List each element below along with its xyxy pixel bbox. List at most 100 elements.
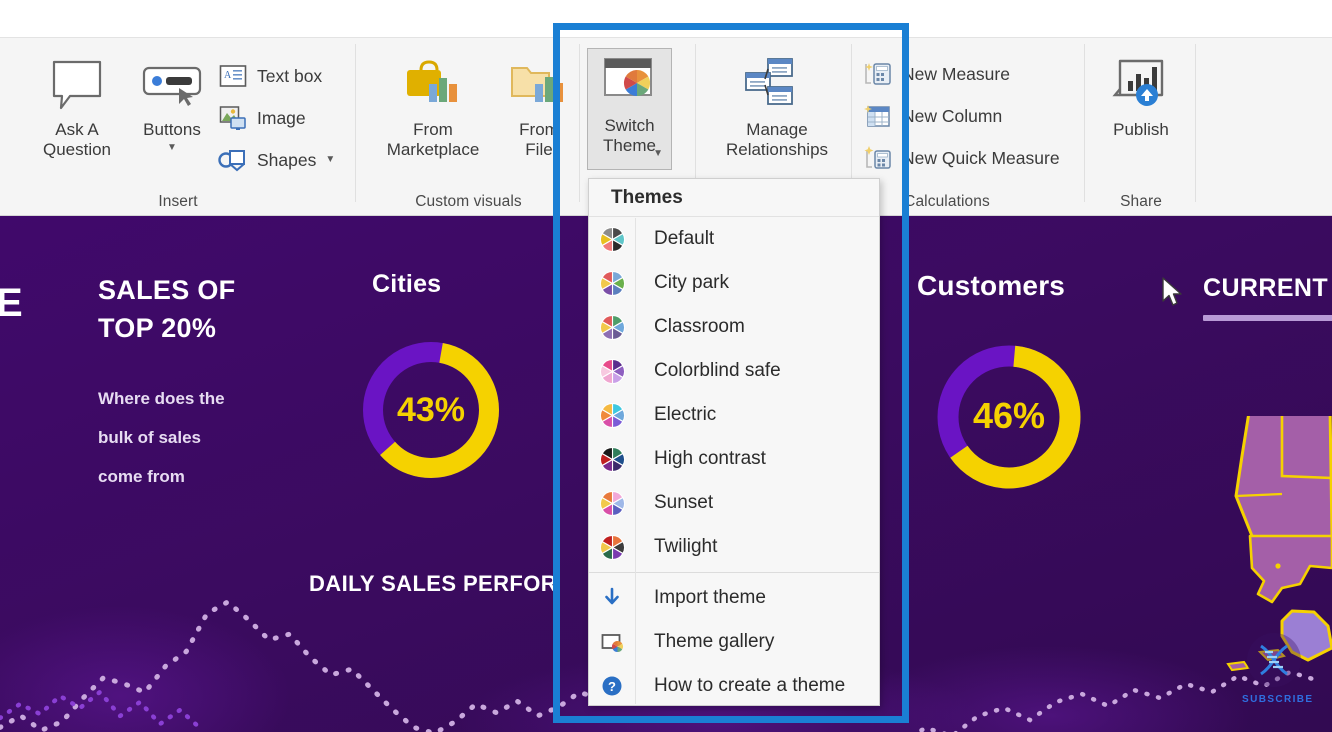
customers-donut-chart[interactable]: 46% [930, 338, 1088, 496]
shapes-chevron-down-icon[interactable]: ▼ [325, 155, 335, 165]
theme-swatch-icon [589, 490, 635, 516]
tertiary-line-chart[interactable] [0, 656, 200, 732]
gallery-icon [589, 630, 635, 654]
theme-menu-item-label: Electric [654, 404, 717, 425]
report-title-fragment: E [0, 281, 23, 325]
ribbon-group-insert: w ual Ask A Question [0, 38, 356, 216]
theme-swatch-icon [589, 446, 635, 472]
sales-top20-line-3: come from [98, 467, 185, 486]
new-quick-measure-button[interactable]: New Quick Measure [863, 140, 1060, 176]
new-quick-measure-label: New Quick Measure [902, 147, 1060, 168]
theme-menu-item-label: Default [654, 228, 715, 249]
switch-theme-dropdown-menu[interactable]: Themes Default City park Classroom Colorbli… [588, 178, 880, 706]
theme-menu-item-sunset[interactable]: Sunset [589, 481, 879, 525]
from-marketplace-label: From Marketplace [386, 120, 480, 160]
ribbon-separator-insert [355, 44, 356, 202]
manage-relationships-label: Manage Relationships [725, 120, 829, 160]
from-file-label: From File [519, 120, 559, 160]
from-marketplace-button[interactable]: From Marketplace [374, 44, 492, 176]
from-file-button[interactable]: From File [489, 44, 589, 176]
download-arrow-icon [589, 586, 635, 610]
shapes-icon [218, 145, 248, 175]
customers-donut-title: Customers [917, 270, 1066, 301]
new-column-icon [863, 101, 893, 131]
theme-menu-item-label: Twilight [654, 536, 718, 557]
theme-swatch-icon [589, 314, 635, 340]
theme-list: Default City park Classroom Colorblind safe… [589, 217, 879, 569]
theme-menu-item-label: City park [654, 272, 729, 293]
image-label: Image [257, 107, 306, 128]
subscribe-watermark-label: SUBSCRIBE [1242, 694, 1314, 705]
theme-menu-divider [589, 572, 879, 573]
customers-donut-value: 46% [972, 395, 1046, 436]
ribbon-group-label-share: Share [1120, 193, 1162, 210]
marketplace-briefcase-icon [401, 50, 465, 116]
image-button[interactable]: Image [218, 100, 306, 136]
theme-menu-item-colorblind-safe[interactable]: Colorblind safe [589, 349, 879, 393]
shapes-label: Shapes [257, 149, 317, 170]
current-section-underline [1203, 315, 1332, 321]
theme-action-label: Theme gallery [654, 631, 775, 652]
ask-a-question-button[interactable]: Ask A Question [25, 44, 129, 176]
theme-menu-item-twilight[interactable]: Twilight [589, 525, 879, 569]
ask-a-question-label: Ask A Question [42, 120, 112, 160]
new-column-button[interactable]: New Column [863, 98, 1002, 134]
cities-donut-value: 43% [396, 391, 466, 429]
buttons-icon [141, 50, 203, 116]
switch-theme-chevron-down-icon[interactable]: ▼ [653, 149, 663, 159]
theme-swatch-icon [589, 358, 635, 384]
switch-theme-button[interactable]: Switch Theme ▼ [587, 48, 672, 170]
switch-theme-icon [599, 55, 661, 114]
publish-button[interactable]: Publish [1089, 44, 1193, 176]
theme-menu-item-label: High contrast [654, 448, 766, 469]
theme-menu-item-high-contrast[interactable]: High contrast [589, 437, 879, 481]
switch-theme-label: Switch Theme [603, 116, 656, 156]
new-measure-button[interactable]: New Measure [863, 56, 1010, 92]
new-measure-label: New Measure [902, 63, 1010, 84]
manage-relationships-button[interactable]: Manage Relationships [707, 44, 847, 176]
text-box-button[interactable]: A Text box [218, 58, 322, 94]
ribbon-separator-custom-visuals [579, 44, 580, 202]
theme-action-import-theme[interactable]: Import theme [589, 576, 879, 620]
buttons-chevron-down-icon[interactable]: ▼ [167, 143, 177, 153]
ribbon-top-strip [0, 0, 1332, 38]
ribbon-group-label-insert: Insert [158, 193, 198, 210]
current-section-title: CURRENT [1203, 274, 1329, 302]
help-icon: ? [589, 674, 635, 698]
publish-label: Publish [1113, 120, 1169, 139]
sales-top20-line-1: Where does the [98, 389, 225, 408]
cities-donut-chart[interactable]: 43% [355, 334, 507, 486]
sales-top20-line-2: bulk of sales [98, 428, 201, 447]
theme-menu-item-default[interactable]: Default [589, 217, 879, 261]
theme-menu-item-label: Colorblind safe [654, 360, 781, 381]
theme-action-theme-gallery[interactable]: Theme gallery [589, 620, 879, 664]
shapes-button[interactable]: Shapes ▼ [218, 142, 335, 178]
theme-action-label: Import theme [654, 587, 766, 608]
new-visual-button[interactable]: w ual [0, 44, 14, 176]
ribbon-group-custom-visuals: From Marketplace From File Custom visual… [357, 38, 580, 216]
buttons-label: Buttons [143, 120, 201, 139]
speech-bubble-icon [48, 50, 106, 116]
ribbon-group-share: Publish Share [1086, 38, 1196, 216]
new-column-label: New Column [902, 105, 1003, 126]
theme-menu-item-label: Sunset [654, 492, 714, 513]
svg-text:A: A [224, 70, 232, 81]
ribbon-separator-calculations [1084, 44, 1085, 202]
buttons-label-row: Buttons [143, 120, 201, 140]
theme-menu-item-label: Classroom [654, 316, 745, 337]
theme-swatch-icon [589, 270, 635, 296]
ribbon-group-label-custom-visuals: Custom visuals [415, 193, 522, 210]
buttons-button[interactable]: Buttons ▼ [120, 44, 224, 176]
manage-relationships-icon [742, 50, 812, 116]
theme-swatch-icon [589, 402, 635, 428]
new-measure-icon [863, 59, 893, 89]
text-box-icon: A [218, 61, 248, 91]
theme-menu-item-city-park[interactable]: City park [589, 261, 879, 305]
ribbon-separator-share [1195, 44, 1196, 202]
theme-swatch-icon [589, 226, 635, 252]
theme-menu-item-classroom[interactable]: Classroom [589, 305, 879, 349]
theme-swatch-icon [589, 534, 635, 560]
mouse-cursor [1162, 277, 1182, 306]
theme-menu-item-electric[interactable]: Electric [589, 393, 879, 437]
theme-action-how-to-create-a-theme[interactable]: ? How to create a theme [589, 664, 879, 708]
